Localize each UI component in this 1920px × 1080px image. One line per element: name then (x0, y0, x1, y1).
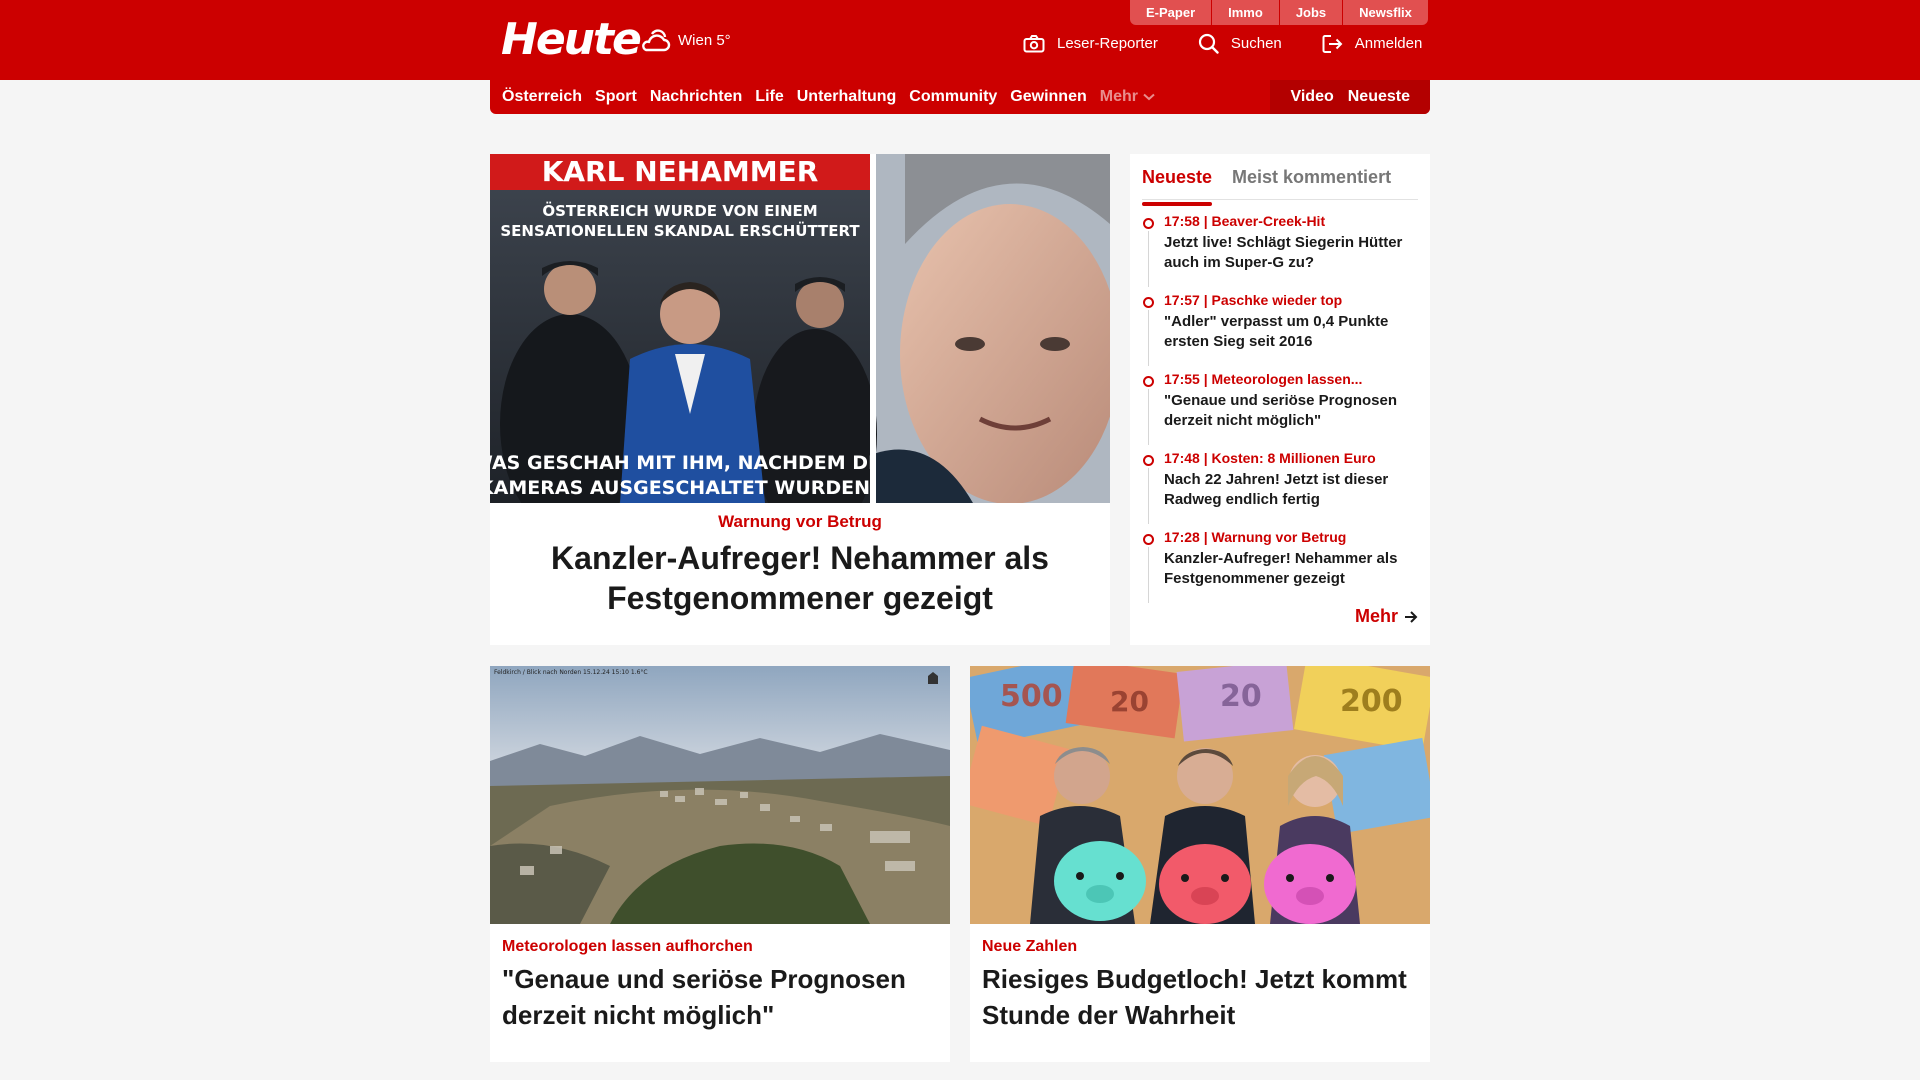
svg-text:20: 20 (1220, 679, 1262, 714)
nav-right-group: Video Neueste (1270, 80, 1430, 114)
nav-video[interactable]: Video (1290, 88, 1333, 106)
sidebar-tabs: Neueste Meist kommentiert (1142, 164, 1418, 206)
top-service-nav: E-Paper Immo Jobs Newsflix (1130, 0, 1428, 25)
arrow-right-icon (1405, 610, 1418, 623)
news-ticker-sidebar: Neueste Meist kommentiert 17:58 | Beaver… (1130, 154, 1430, 645)
topnav-epaper-link[interactable]: E-Paper (1130, 0, 1213, 25)
leser-reporter-label: Leser-Reporter (1057, 35, 1158, 52)
hero-image[interactable]: KARL NEHAMMER ÖSTERREICH WURDE VON EINEM… (490, 154, 1110, 503)
ticker-meta: 17:58 | Beaver-Creek-Hit (1164, 213, 1326, 229)
budget-piggybank-image[interactable]: 500 20 20 200 (970, 666, 1430, 924)
login-label: Anmelden (1354, 35, 1423, 52)
card-kicker: Meteorologen lassen aufhorchen (502, 938, 753, 955)
ticker-item[interactable]: 17:48 | Kosten: 8 Millionen Euro Nach 22… (1142, 449, 1422, 528)
tab-meist-kommentiert[interactable]: Meist kommentiert (1232, 164, 1391, 199)
search-icon (1198, 33, 1219, 54)
nav-oesterreich[interactable]: Österreich (502, 88, 582, 106)
topnav-immo-link[interactable]: Immo (1212, 0, 1280, 25)
ticker-item[interactable]: 17:57 | Paschke wieder top "Adler" verpa… (1142, 291, 1422, 370)
svg-text:KAMERAS AUSGESCHALTET WURDEN?: KAMERAS AUSGESCHALTET WURDEN? (490, 477, 881, 499)
ticker-item[interactable]: 17:28 | Warnung vor Betrug Kanzler-Aufre… (1142, 528, 1422, 607)
sidebar-more-label: Mehr (1354, 606, 1398, 626)
svg-text:500: 500 (1000, 679, 1063, 714)
weather-widget[interactable]: Wien 5° (638, 26, 731, 54)
login-icon (1322, 34, 1343, 53)
nav-community[interactable]: Community (909, 88, 997, 106)
hero-image-banner: KARL NEHAMMER (542, 155, 819, 188)
nav-life[interactable]: Life (755, 88, 783, 106)
topnav-newsflix-link[interactable]: Newsflix (1343, 0, 1428, 25)
svg-text:SENSATIONELLEN SKANDAL ERSCHÜT: SENSATIONELLEN SKANDAL ERSCHÜTTERT (500, 221, 860, 240)
camera-icon (1023, 34, 1045, 52)
svg-text:WAS GESCHAH MIT IHM, NACHDEM D: WAS GESCHAH MIT IHM, NACHDEM DIE (490, 452, 888, 474)
ticker-meta: 17:55 | Meteorologen lassen... (1164, 371, 1363, 387)
article-card-weather[interactable]: Feldkirch / Blick nach Norden 15.12.24 1… (490, 666, 950, 1062)
heute-logo[interactable]: Heute (501, 14, 642, 65)
weather-text: Wien 5° (678, 31, 731, 49)
cloud-sun-icon (642, 29, 671, 52)
ticker-title: Nach 22 Jahren! Jetzt ist dieser Radweg … (1164, 471, 1389, 508)
main-nav: Österreich Sport Nachrichten Life Unterh… (490, 80, 1430, 114)
ticker-title: Kanzler-Aufreger! Nehammer als Festgenom… (1164, 550, 1398, 587)
topnav-jobs-link[interactable]: Jobs (1279, 0, 1344, 25)
ticker-title: "Adler" verpasst um 0,4 Punkte ersten Si… (1164, 313, 1389, 350)
nav-more-dropdown[interactable]: Mehr (1100, 88, 1156, 106)
card-kicker: Neue Zahlen (982, 938, 1078, 955)
svg-text:20: 20 (1110, 685, 1149, 718)
nav-nachrichten[interactable]: Nachrichten (650, 88, 742, 106)
card-headline[interactable]: Riesiges Budgetloch! Jetzt kommt Stunde … (982, 961, 1422, 1033)
ticker-meta: 17:48 | Kosten: 8 Millionen Euro (1164, 450, 1376, 466)
ticker-title: "Genaue und seriöse Prognosen derzeit ni… (1164, 392, 1397, 429)
ticker-item[interactable]: 17:55 | Meteorologen lassen... "Genaue u… (1142, 370, 1422, 449)
nav-more-label: Mehr (1099, 88, 1138, 105)
ticker-list: 17:58 | Beaver-Creek-Hit Jetzt live! Sch… (1142, 212, 1422, 607)
card-headline[interactable]: "Genaue und seriöse Prognosen derzeit ni… (502, 961, 942, 1033)
hero-headline[interactable]: Kanzler-Aufreger! Nehammer als Festgenom… (510, 538, 1090, 618)
svg-text:200: 200 (1340, 684, 1403, 719)
hero-kicker: Warnung vor Betrug (718, 512, 882, 531)
site-header: E-Paper Immo Jobs Newsflix Heute Wien 5°… (0, 0, 1920, 80)
nav-neueste[interactable]: Neueste (1348, 88, 1410, 106)
login-button[interactable]: Anmelden (1322, 33, 1423, 54)
ticker-title: Jetzt live! Schlägt Siegerin Hütter auch… (1164, 234, 1403, 271)
nav-sport[interactable]: Sport (595, 88, 637, 106)
nav-gewinnen[interactable]: Gewinnen (1010, 88, 1086, 106)
hero-article[interactable]: KARL NEHAMMER ÖSTERREICH WURDE VON EINEM… (490, 154, 1110, 645)
feldkirch-webcam-image[interactable]: Feldkirch / Blick nach Norden 15.12.24 1… (490, 666, 950, 924)
article-card-budget[interactable]: 500 20 20 200 Neue Zahlen Riesiges Budge… (970, 666, 1430, 1062)
ticker-item[interactable]: 17:58 | Beaver-Creek-Hit Jetzt live! Sch… (1142, 212, 1422, 291)
webcam-caption: Feldkirch / Blick nach Norden 15.12.24 1… (494, 669, 648, 676)
search-button[interactable]: Suchen (1198, 33, 1282, 54)
svg-text:ÖSTERREICH WURDE VON EINEM: ÖSTERREICH WURDE VON EINEM (542, 201, 817, 220)
ticker-meta: 17:57 | Paschke wieder top (1164, 292, 1343, 308)
ticker-meta: 17:28 | Warnung vor Betrug (1164, 529, 1347, 545)
sidebar-more-link[interactable]: Mehr (1355, 606, 1418, 627)
nav-unterhaltung[interactable]: Unterhaltung (797, 88, 897, 106)
leser-reporter-button[interactable]: Leser-Reporter (1023, 33, 1158, 54)
header-actions: Leser-Reporter Suchen Anmelden (1023, 33, 1422, 54)
search-label: Suchen (1230, 35, 1282, 52)
chevron-down-icon (1143, 93, 1155, 101)
tab-neueste[interactable]: Neueste (1142, 164, 1213, 206)
